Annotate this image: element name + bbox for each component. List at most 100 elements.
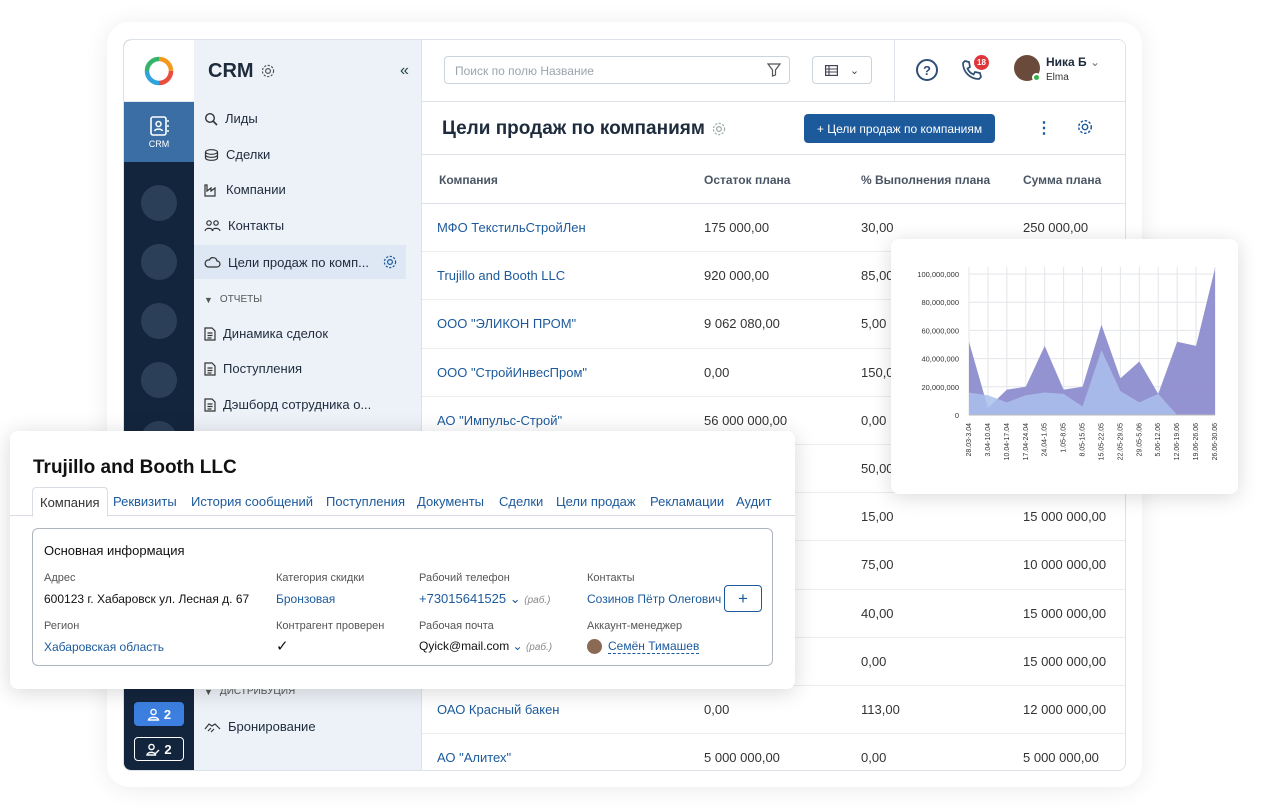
sidebar-item-contacts[interactable]: Контакты (204, 218, 284, 233)
cell-company[interactable]: МФО ТекстильСтройЛен (437, 220, 586, 235)
sidebar-item-booking[interactable]: Бронирование (204, 719, 316, 734)
users-count: 2 (163, 706, 172, 722)
verified-label: Контрагент проверен (276, 620, 385, 632)
y-tick-label: 100,000,000 (917, 270, 959, 279)
manager-link[interactable]: Семён Тимашев (608, 639, 700, 654)
collapse-sidebar-icon[interactable]: « (400, 62, 409, 80)
sidebar-item-deals[interactable]: Сделки (204, 147, 270, 162)
contact-link[interactable]: Созинов Пётр Олегович (587, 592, 721, 606)
cell-remaining: 56 000 000,00 (704, 412, 788, 428)
table-row[interactable]: АО "Алитех" 5 000 000,00 0,00 5 000 000,00 (422, 734, 1125, 770)
col-company[interactable]: Компания (439, 173, 498, 187)
sidebar-item-label: Контакты (228, 218, 285, 233)
gear-icon[interactable] (711, 121, 727, 137)
company-title: Trujillo and Booth LLC (33, 457, 237, 478)
cell-sum: 5 000 000,00 (1023, 750, 1099, 766)
sidebar-report-income[interactable]: Поступления (204, 361, 302, 376)
search-placeholder: Поиск по полю Название (455, 64, 594, 78)
col-sum[interactable]: Сумма плана (1023, 173, 1101, 187)
add-contact-button[interactable]: + (724, 585, 762, 612)
y-tick-label: 60,000,000 (921, 326, 959, 335)
manager-field[interactable]: Семён Тимашев (587, 639, 700, 654)
cell-remaining: 5 000 000,00 (704, 750, 780, 766)
table-row[interactable]: ОАО Красный бакен 0,00 113,00 12 000 000,00 (422, 686, 1125, 735)
cell-company[interactable]: ОАО Красный бакен (437, 702, 559, 717)
gear-icon[interactable] (260, 63, 276, 79)
search-icon (204, 112, 218, 126)
address-value: 600123 г. Хабаровск ул. Лесная д. 67 (44, 592, 250, 606)
col-remaining[interactable]: Остаток плана (704, 173, 790, 187)
x-tick-label: 24.04-1.05 (1042, 423, 1049, 457)
gear-icon[interactable] (382, 254, 398, 270)
x-tick-label: 8.05-15.05 (1080, 423, 1087, 457)
tab-audit[interactable]: Аудит (736, 494, 771, 509)
search-input[interactable]: Поиск по полю Название (444, 56, 790, 84)
email-label: Рабочая почта (419, 620, 494, 632)
cell-company[interactable]: АО "Импульс-Строй" (437, 413, 562, 428)
cell-percent: 30,00 (861, 220, 894, 235)
user-menu[interactable]: Ника Б ⌄ Elma (1014, 55, 1100, 83)
add-sales-goal-button[interactable]: + Цели продаж по компаниям (804, 114, 995, 143)
rail-app-1[interactable] (141, 185, 177, 221)
cell-company[interactable]: АО "Алитех" (437, 750, 511, 765)
company-card: Trujillo and Booth LLC Компания Реквизит… (10, 431, 795, 689)
people-icon (204, 219, 221, 231)
email-tag: (раб.) (525, 642, 553, 653)
col-percent[interactable]: % Выполнения плана (861, 173, 990, 187)
view-selector[interactable]: ⌄ (812, 56, 872, 84)
rail-item-crm[interactable]: CRM (124, 102, 194, 162)
settings-gear-icon[interactable] (1076, 118, 1094, 136)
user-org: Elma (1046, 72, 1069, 83)
tab-requisites[interactable]: Реквизиты (113, 494, 177, 509)
y-tick-label: 20,000,000 (921, 383, 959, 392)
company-tabs: Компания Реквизиты История сообщений Пос… (10, 487, 795, 517)
tab-income[interactable]: Поступления (326, 494, 405, 509)
help-icon[interactable]: ? (916, 59, 938, 81)
discount-value[interactable]: Бронзовая (276, 592, 335, 606)
sidebar-report-dashboard[interactable]: Дэшборд сотрудника о... (204, 397, 371, 412)
elma-logo[interactable] (124, 40, 194, 102)
y-tick-label: 40,000,000 (921, 355, 959, 364)
filter-icon[interactable] (767, 63, 781, 77)
cell-percent: 0,00 (861, 750, 887, 766)
sidebar-header: CRM (194, 40, 421, 102)
tab-documents[interactable]: Документы (417, 494, 484, 509)
rail-app-4[interactable] (141, 362, 177, 398)
sidebar-report-deal-dynamics[interactable]: Динамика сделок (204, 326, 328, 341)
y-tick-label: 0 (955, 411, 959, 420)
more-options-icon[interactable]: ⋮ (1036, 118, 1052, 138)
coins-icon (204, 148, 219, 161)
cell-company[interactable]: ООО "ЭЛИКОН ПРОМ" (437, 316, 576, 331)
section-reports-label: ОТЧЕТЫ (219, 294, 263, 305)
tab-sales-goals[interactable]: Цели продаж (556, 494, 636, 509)
x-tick-label: 10.04-17.04 (1004, 423, 1011, 460)
cell-company[interactable]: ООО "СтройИнвесПром" (437, 365, 587, 380)
x-tick-label: 15.05-22.05 (1098, 423, 1105, 460)
cell-remaining: 175 000,00 (704, 220, 770, 235)
section-reports[interactable]: ▼ ОТЧЕТЫ (204, 294, 262, 305)
cell-sum: 15 000 000,00 (1023, 605, 1107, 621)
tab-claims[interactable]: Рекламации (650, 494, 724, 509)
rail-users-badge[interactable]: 2 (134, 702, 184, 726)
rail-app-3[interactable] (141, 303, 177, 339)
tab-company[interactable]: Компания (32, 487, 108, 517)
cell-percent: 15,00 (861, 509, 894, 525)
cell-remaining: 0,00 (704, 364, 730, 380)
email-field[interactable]: Qyick@mail.com ⌄ (раб.) (419, 639, 552, 653)
online-status (1032, 73, 1041, 82)
avatar (1014, 55, 1041, 82)
sidebar-item-sales-goals[interactable]: Цели продаж по комп... (194, 245, 406, 279)
rail-edit-users-badge[interactable]: 2 (134, 737, 184, 761)
tab-messages[interactable]: История сообщений (191, 494, 313, 509)
tab-deals[interactable]: Сделки (499, 494, 543, 509)
table-header: Компания Остаток плана % Выполнения план… (422, 155, 1125, 204)
cell-company[interactable]: Trujillo and Booth LLC (437, 268, 565, 283)
x-tick-label: 26.06-30.06 (1212, 423, 1219, 460)
factory-icon (204, 183, 216, 197)
sidebar-item-leads[interactable]: Лиды (204, 111, 258, 126)
phone-field[interactable]: +73015641525 ⌄ (раб.) (419, 591, 550, 607)
rail-app-2[interactable] (141, 244, 177, 280)
region-value[interactable]: Хабаровская область (44, 640, 164, 654)
sidebar-item-companies[interactable]: Компании (204, 182, 286, 197)
sidebar-item-label: Сделки (226, 147, 271, 162)
